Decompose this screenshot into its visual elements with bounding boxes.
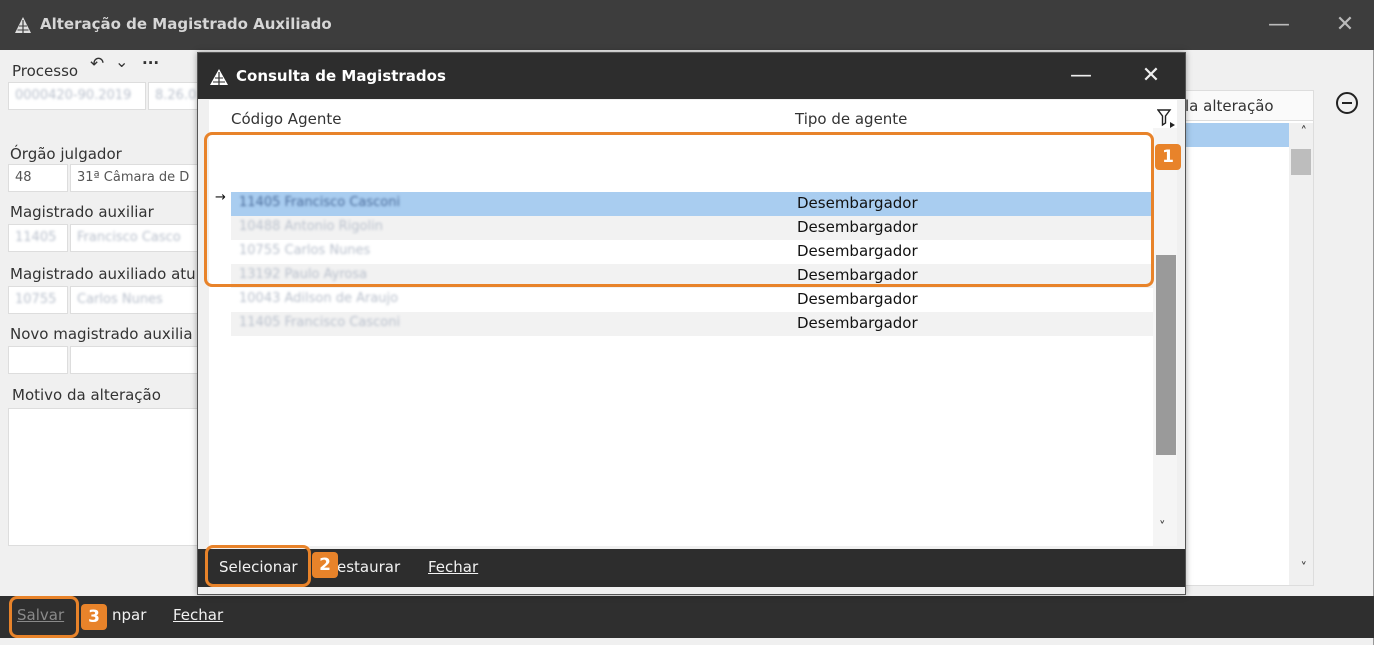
dialog-minimize-button[interactable]: — xyxy=(1066,61,1096,91)
scroll-down-icon[interactable]: ˅ xyxy=(1301,561,1308,576)
dialog-close-button[interactable]: ✕ xyxy=(1136,61,1166,91)
history-column-header[interactable]: la alteração xyxy=(1181,91,1313,121)
dialog-action-bar: Selecionar estaurar Fechar xyxy=(198,549,1185,587)
close-button[interactable]: ✕ xyxy=(1330,10,1360,40)
dialog-fechar-label: Fechar xyxy=(428,558,479,576)
col-header-codigo[interactable]: Código Agente xyxy=(231,110,341,128)
restaurar-button[interactable]: estaurar xyxy=(337,558,400,576)
dialog-title-bar: Consulta de Magistrados — ✕ xyxy=(198,53,1185,99)
novo-code-field[interactable] xyxy=(8,346,68,374)
mag-aux-code: 11405 xyxy=(15,230,57,245)
mag-aux-name: Francisco Casco xyxy=(77,230,181,245)
processo-value: 0000420-90.2019 xyxy=(15,88,132,103)
magistrado-atual-label: Magistrado auxiliado atu xyxy=(10,265,196,283)
magistrado-auxiliar-label: Magistrado auxiliar xyxy=(10,203,154,221)
processo-label: Processo xyxy=(12,62,79,80)
window-title: Alteração de Magistrado Auxiliado xyxy=(40,15,332,33)
col-header-tipo[interactable]: Tipo de agente xyxy=(795,110,907,128)
processo-field-2[interactable]: 8.26.0 xyxy=(148,82,198,110)
fechar-label: Fechar xyxy=(173,606,224,624)
chevron-down-icon[interactable]: ⌄ xyxy=(115,52,128,71)
highlight-box-3 xyxy=(9,596,79,638)
main-title-bar: Alteração de Magistrado Auxiliado — ✕ xyxy=(0,0,1374,50)
more-options-icon[interactable]: ··· xyxy=(142,54,159,72)
step-badge-2: 2 xyxy=(312,552,338,578)
app-logo-icon xyxy=(15,17,31,33)
row-code: 10043 Adilson de Araujo xyxy=(239,291,399,306)
history-scroll-thumb[interactable] xyxy=(1291,149,1311,175)
mag-atual-code-field[interactable]: 10755 xyxy=(8,286,68,314)
step-badge-3: 3 xyxy=(81,604,107,630)
limpar-button[interactable]: npar xyxy=(112,606,146,624)
mag-atual-name: Carlos Nunes xyxy=(77,292,163,307)
mag-aux-code-field[interactable]: 11405 xyxy=(8,224,68,252)
dialog-title: Consulta de Magistrados xyxy=(236,67,446,85)
orgao-code-field[interactable]: 48 xyxy=(8,164,68,192)
processo-field[interactable]: 0000420-90.2019 xyxy=(8,82,146,110)
fechar-button[interactable]: Fechar xyxy=(173,606,223,624)
row-code: 11405 Francisco Casconi xyxy=(239,315,401,330)
processo-value-2: 8.26.0 xyxy=(155,88,197,103)
row-tipo: Desembargador xyxy=(797,290,918,308)
highlight-box-2 xyxy=(205,545,311,587)
history-scrollbar[interactable] xyxy=(1289,123,1313,585)
filter-icon[interactable] xyxy=(1157,108,1175,128)
novo-magistrado-label: Novo magistrado auxilia xyxy=(10,325,193,343)
motivo-textarea[interactable] xyxy=(8,408,198,546)
motivo-label: Motivo da alteração xyxy=(12,386,161,404)
app-logo-icon xyxy=(210,69,228,85)
minimize-button[interactable]: — xyxy=(1264,10,1294,40)
mag-atual-name-field[interactable]: Carlos Nunes xyxy=(70,286,198,314)
history-table: la alteração ˄ ˅ xyxy=(1180,90,1314,586)
remove-circle-icon[interactable] xyxy=(1336,92,1358,114)
main-action-bar: Salvar npar Fechar xyxy=(0,596,1374,638)
undo-icon[interactable]: ↶ xyxy=(90,54,104,74)
row-tipo: Desembargador xyxy=(797,314,918,332)
novo-name-field[interactable] xyxy=(70,346,198,374)
step-badge-1: 1 xyxy=(1155,144,1181,170)
dialog-fechar-button[interactable]: Fechar xyxy=(428,558,478,576)
mag-aux-name-field[interactable]: Francisco Casco xyxy=(70,224,198,252)
table-row[interactable]: 11405 Francisco Casconi Desembargador xyxy=(231,312,1153,336)
grid-scroll-thumb[interactable] xyxy=(1156,255,1176,455)
table-row[interactable]: 10043 Adilson de Araujo Desembargador xyxy=(231,288,1153,312)
highlight-box-1 xyxy=(204,132,1154,287)
orgao-label: Órgão julgador xyxy=(10,145,122,163)
mag-atual-code: 10755 xyxy=(15,292,57,307)
orgao-name-field[interactable]: 31ª Câmara de D xyxy=(70,164,198,192)
scroll-up-icon[interactable]: ˄ xyxy=(1301,125,1308,140)
history-selected-row[interactable] xyxy=(1181,123,1291,147)
grid-scroll-down-icon[interactable]: ˅ xyxy=(1159,520,1166,535)
